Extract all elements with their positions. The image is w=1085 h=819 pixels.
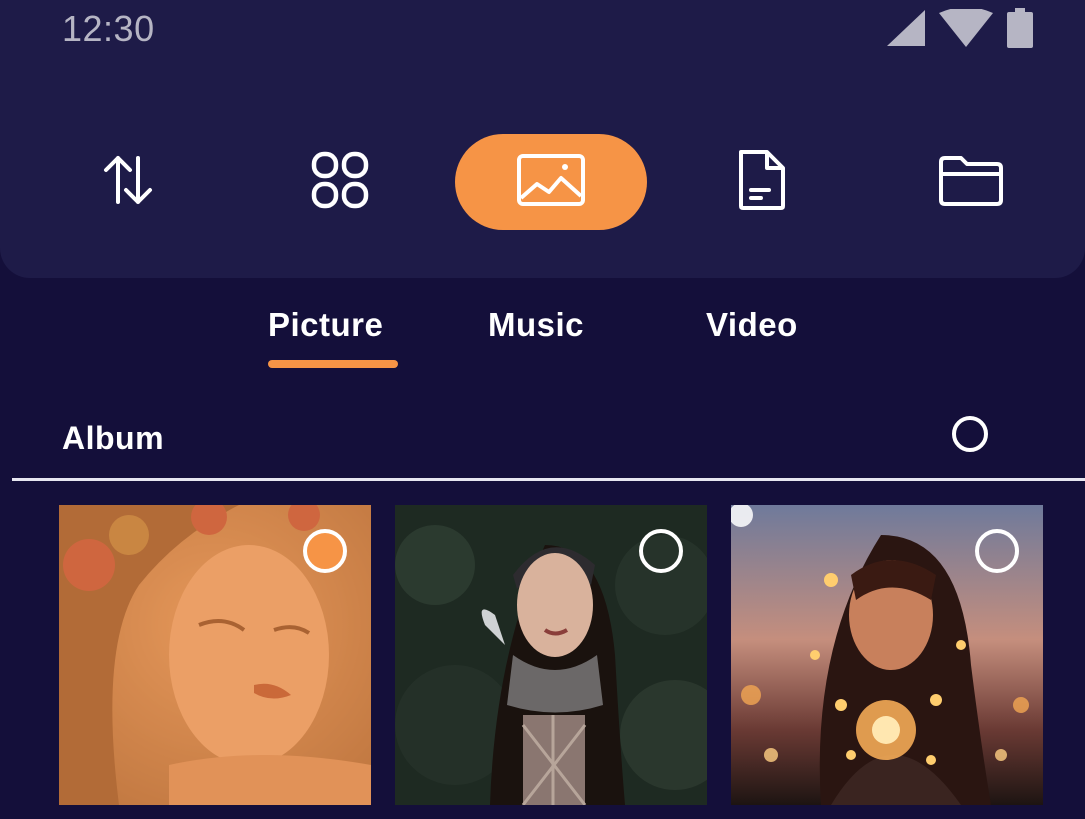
top-panel: 12:30 (0, 0, 1085, 278)
document-icon (735, 148, 789, 217)
image-icon (517, 153, 585, 211)
album-photo-1[interactable] (59, 505, 371, 805)
status-time: 12:30 (62, 8, 155, 49)
nav-item-apps[interactable] (290, 132, 390, 232)
active-tab-indicator (268, 360, 398, 368)
tab-picture[interactable]: Picture (268, 306, 383, 344)
swap-arrows-icon (96, 148, 160, 217)
nav-bar (0, 132, 1085, 232)
signal-icon (887, 9, 925, 51)
folder-icon (937, 152, 1007, 213)
status-icons (887, 6, 1033, 53)
tab-video[interactable]: Video (706, 306, 798, 344)
tab-music[interactable]: Music (488, 306, 584, 344)
nav-item-documents[interactable] (712, 132, 812, 232)
photo-checkbox[interactable] (975, 529, 1019, 573)
grid-icon (310, 150, 370, 215)
nav-item-pictures[interactable] (455, 134, 647, 230)
album-photo-2[interactable] (395, 505, 707, 805)
album-photo-3[interactable] (731, 505, 1043, 805)
section-title: Album (62, 420, 165, 456)
photo-checkbox[interactable] (639, 529, 683, 573)
app-screen: 12:30 Picture Music Video Album (0, 0, 1085, 819)
wifi-icon (939, 6, 993, 52)
nav-item-folders[interactable] (922, 132, 1022, 232)
select-all-checkbox[interactable] (952, 416, 988, 452)
divider (12, 478, 1085, 481)
photo-checkbox-selected[interactable] (303, 529, 347, 573)
media-tabs: Picture Music Video (0, 300, 1085, 370)
nav-item-transfer[interactable] (78, 132, 178, 232)
battery-icon (1007, 7, 1033, 53)
